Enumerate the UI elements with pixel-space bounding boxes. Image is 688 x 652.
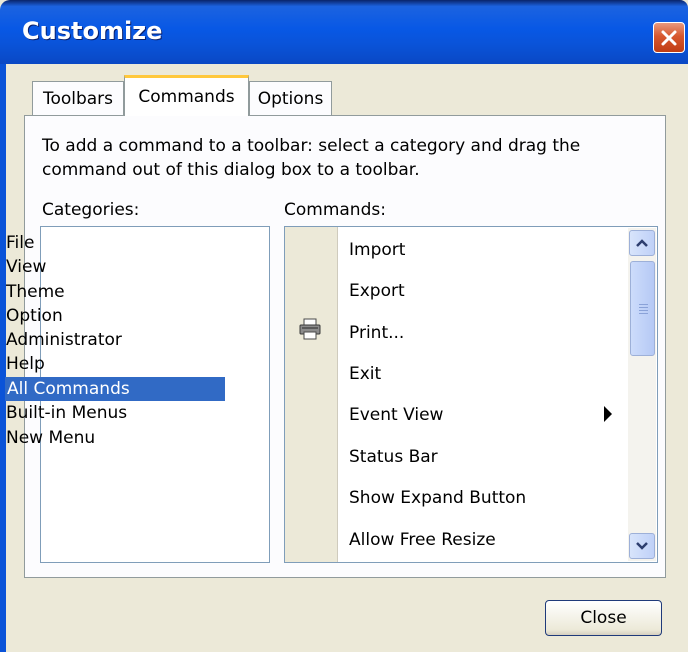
category-item[interactable]: Theme — [6, 280, 65, 304]
dialog-title: Customize — [22, 17, 163, 45]
category-item[interactable]: Administrator — [6, 328, 122, 352]
category-item[interactable]: New Menu — [6, 426, 95, 450]
scroll-down-button[interactable] — [629, 533, 655, 559]
commands-label: Commands: — [284, 200, 386, 220]
close-window-button[interactable] — [653, 22, 685, 53]
instructions-text: To add a command to a toolbar: select a … — [42, 136, 581, 180]
command-item[interactable]: Status Bar — [349, 445, 438, 469]
category-item[interactable]: View — [6, 255, 46, 279]
scroll-up-button[interactable] — [629, 230, 655, 256]
category-item[interactable]: Option — [6, 304, 63, 328]
category-item[interactable]: Built-in Menus — [6, 401, 127, 425]
tab-toolbars[interactable]: Toolbars — [32, 81, 124, 116]
command-item[interactable]: Show Expand Button — [349, 486, 526, 510]
title-bar[interactable]: Customize — [0, 0, 688, 64]
tab-commands-label: Commands — [138, 87, 235, 107]
close-button[interactable]: Close — [545, 600, 662, 636]
tab-options[interactable]: Options — [249, 81, 332, 116]
scroll-thumb[interactable] — [630, 261, 655, 356]
command-item[interactable]: Import — [349, 238, 405, 262]
chevron-up-icon — [636, 239, 648, 247]
close-icon — [661, 30, 677, 45]
tab-toolbars-label: Toolbars — [42, 89, 114, 109]
category-item[interactable]: File — [6, 231, 34, 255]
submenu-arrow-icon — [604, 406, 612, 422]
command-item[interactable]: Print... — [349, 321, 404, 345]
command-icon-column — [285, 227, 338, 562]
customize-dialog: Customize Toolbars Commands Options To a… — [0, 0, 688, 652]
command-item[interactable]: Allow Free Resize — [349, 528, 496, 552]
printer-icon — [299, 318, 321, 340]
command-item[interactable]: Export — [349, 279, 405, 303]
tab-options-label: Options — [257, 89, 324, 109]
command-item[interactable]: Exit — [349, 362, 381, 386]
tab-commands[interactable]: Commands — [124, 75, 249, 116]
category-item-selected[interactable]: All Commands — [5, 377, 225, 401]
chevron-down-icon — [636, 542, 648, 550]
command-item[interactable]: Event View — [349, 403, 443, 427]
categories-label: Categories: — [42, 200, 140, 220]
close-button-label: Close — [580, 608, 627, 628]
category-item[interactable]: Help — [6, 352, 45, 376]
commands-list[interactable] — [284, 226, 658, 563]
